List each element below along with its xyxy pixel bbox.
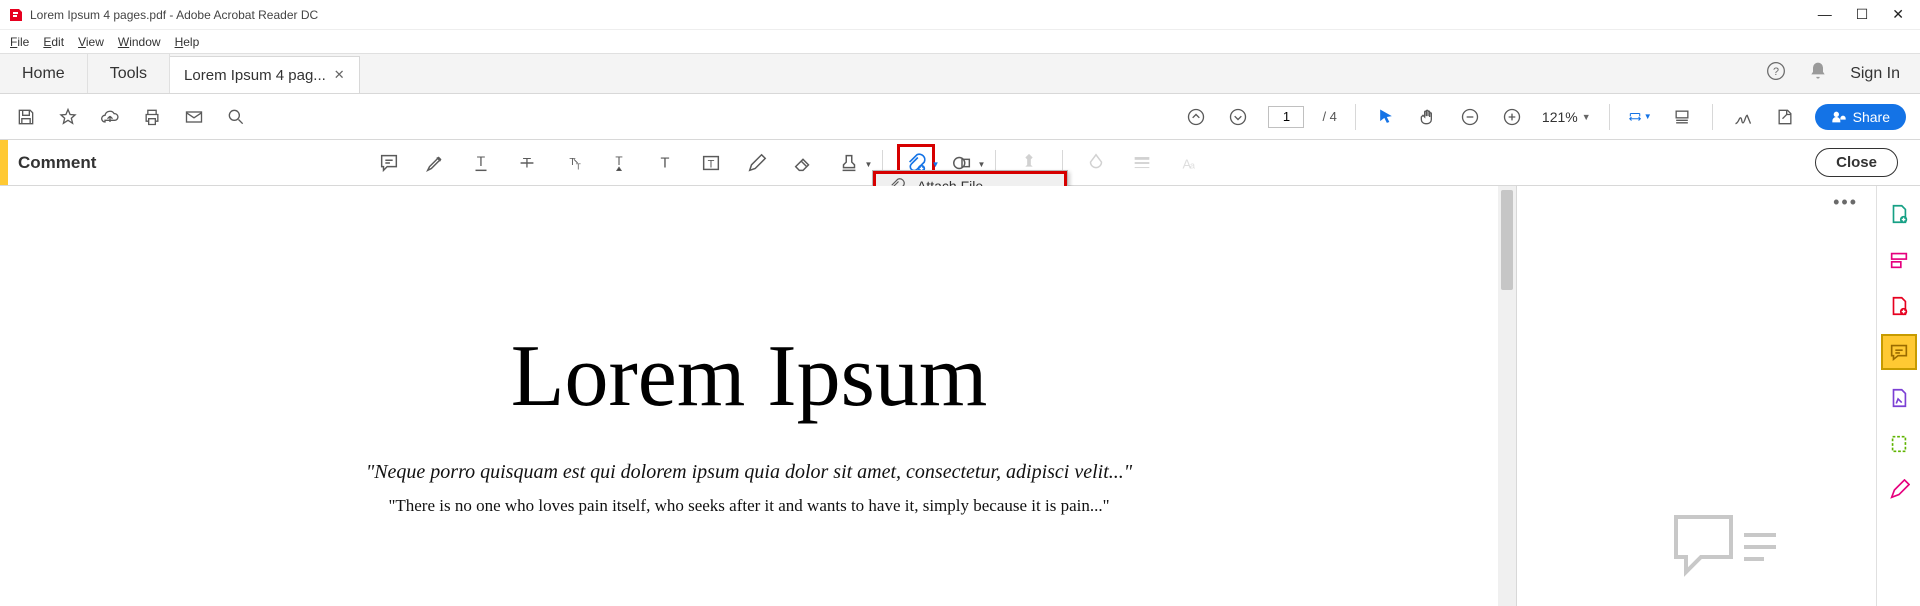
menu-file[interactable]: File xyxy=(10,35,29,49)
nav-tools[interactable]: Tools xyxy=(88,54,170,93)
bell-icon[interactable] xyxy=(1808,61,1828,86)
rail-organize-pages-icon[interactable] xyxy=(1883,428,1915,460)
text-box-tool-icon[interactable]: T xyxy=(698,150,724,176)
menu-bar: File Edit View Window Help xyxy=(0,30,1920,54)
document-area: Lorem Ipsum "Neque porro quisquam est qu… xyxy=(0,186,1920,606)
rail-comment-icon[interactable] xyxy=(1883,336,1915,368)
close-window-button[interactable]: ✕ xyxy=(1892,6,1904,23)
main-toolbar: / 4 121%▼ ▼ Share xyxy=(0,94,1920,140)
svg-text:T: T xyxy=(576,162,581,171)
svg-text:T: T xyxy=(661,155,670,171)
empty-comments-icon xyxy=(1666,497,1786,592)
maximize-button[interactable]: ☐ xyxy=(1856,6,1869,23)
scrollbar-thumb[interactable] xyxy=(1501,190,1513,290)
comments-panel: ••• xyxy=(1516,186,1876,606)
pencil-tool-icon[interactable] xyxy=(744,150,770,176)
rail-edit-pdf-icon[interactable] xyxy=(1883,290,1915,322)
stamp-tool-icon[interactable]: ▼ xyxy=(836,150,862,176)
page-up-icon[interactable] xyxy=(1184,105,1208,129)
rail-create-pdf-icon[interactable] xyxy=(1883,198,1915,230)
svg-text:a: a xyxy=(1190,160,1196,170)
svg-text:T: T xyxy=(477,153,486,168)
acrobat-icon xyxy=(8,7,24,23)
help-icon[interactable]: ? xyxy=(1766,61,1786,86)
window-controls: — ☐ ✕ xyxy=(1818,6,1912,23)
underline-tool-icon[interactable]: T xyxy=(468,150,494,176)
annotate-tool-icon[interactable] xyxy=(1773,105,1797,129)
cloud-upload-icon[interactable] xyxy=(98,105,122,129)
replace-text-tool-icon[interactable]: TT xyxy=(560,150,586,176)
page-total: / 4 xyxy=(1322,109,1336,124)
page-display-icon[interactable] xyxy=(1670,105,1694,129)
vertical-scrollbar[interactable] xyxy=(1498,186,1516,606)
rail-fill-sign-icon[interactable] xyxy=(1883,382,1915,414)
svg-text:T: T xyxy=(570,156,576,167)
share-label: Share xyxy=(1853,109,1890,125)
comment-label: Comment xyxy=(18,153,96,173)
zoom-level[interactable]: 121%▼ xyxy=(1542,109,1591,125)
comment-active-indicator xyxy=(0,140,8,185)
tab-close-icon[interactable]: ✕ xyxy=(334,67,345,83)
doc-quote: "Neque porro quisquam est qui dolorem ip… xyxy=(366,461,1132,484)
zoom-out-icon[interactable] xyxy=(1458,105,1482,129)
share-button[interactable]: Share xyxy=(1815,104,1906,130)
document-tab[interactable]: Lorem Ipsum 4 pag... ✕ xyxy=(170,56,360,93)
doc-subquote: "There is no one who loves pain itself, … xyxy=(388,496,1109,516)
menu-window[interactable]: Window xyxy=(118,35,161,49)
close-comment-button[interactable]: Close xyxy=(1815,148,1898,177)
email-icon[interactable] xyxy=(182,105,206,129)
panel-options-icon[interactable]: ••• xyxy=(1833,192,1858,213)
hand-tool-icon[interactable] xyxy=(1416,105,1440,129)
top-nav: Home Tools Lorem Ipsum 4 pag... ✕ ? Sign… xyxy=(0,54,1920,94)
svg-text:T: T xyxy=(616,153,623,167)
menu-help[interactable]: Help xyxy=(175,35,200,49)
print-icon[interactable] xyxy=(140,105,164,129)
selection-tool-icon[interactable] xyxy=(1374,105,1398,129)
search-icon[interactable] xyxy=(224,105,248,129)
page-down-icon[interactable] xyxy=(1226,105,1250,129)
color-tool-icon[interactable] xyxy=(1083,150,1109,176)
right-tool-rail xyxy=(1876,186,1920,606)
strikethrough-tool-icon[interactable]: T xyxy=(514,150,540,176)
insert-text-tool-icon[interactable]: T xyxy=(606,150,632,176)
save-icon[interactable] xyxy=(14,105,38,129)
add-text-tool-icon[interactable]: T xyxy=(652,150,678,176)
sticky-note-tool-icon[interactable] xyxy=(376,150,402,176)
svg-text:?: ? xyxy=(1773,66,1779,78)
sign-in-link[interactable]: Sign In xyxy=(1850,65,1900,83)
eraser-tool-icon[interactable] xyxy=(790,150,816,176)
page-number-input[interactable] xyxy=(1268,106,1304,128)
fit-width-icon[interactable]: ▼ xyxy=(1628,105,1652,129)
menu-edit[interactable]: Edit xyxy=(43,35,64,49)
minimize-button[interactable]: — xyxy=(1818,6,1832,23)
nav-home[interactable]: Home xyxy=(0,54,88,93)
tab-label: Lorem Ipsum 4 pag... xyxy=(184,67,326,84)
zoom-in-icon[interactable] xyxy=(1500,105,1524,129)
star-icon[interactable] xyxy=(56,105,80,129)
document-page[interactable]: Lorem Ipsum "Neque porro quisquam est qu… xyxy=(0,186,1498,606)
doc-heading: Lorem Ipsum xyxy=(511,326,988,427)
sign-tool-icon[interactable] xyxy=(1731,105,1755,129)
rail-redact-icon[interactable] xyxy=(1883,474,1915,506)
menu-view[interactable]: View xyxy=(78,35,104,49)
line-thickness-icon[interactable] xyxy=(1129,150,1155,176)
text-properties-icon[interactable]: Aa xyxy=(1175,150,1201,176)
svg-text:T: T xyxy=(708,158,715,170)
window-title: Lorem Ipsum 4 pages.pdf - Adobe Acrobat … xyxy=(30,8,318,22)
title-bar: Lorem Ipsum 4 pages.pdf - Adobe Acrobat … xyxy=(0,0,1920,30)
highlight-tool-icon[interactable] xyxy=(422,150,448,176)
rail-combine-files-icon[interactable] xyxy=(1883,244,1915,276)
